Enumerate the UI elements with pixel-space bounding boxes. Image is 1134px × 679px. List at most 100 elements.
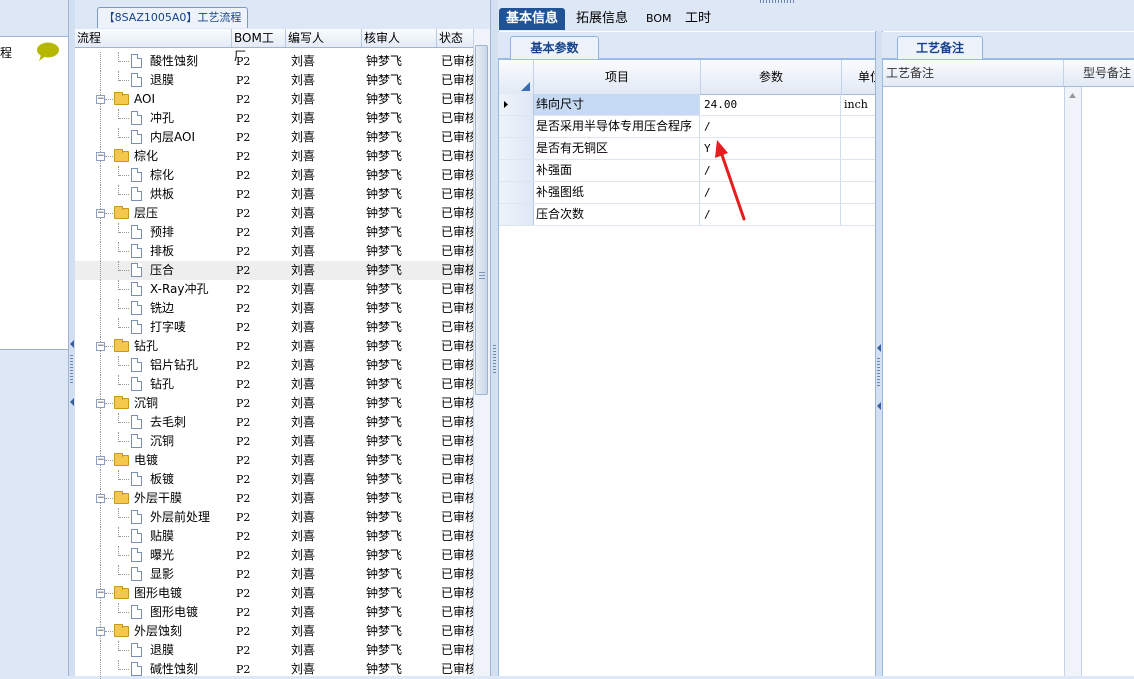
document-icon — [131, 548, 142, 562]
param-unit-cell — [842, 160, 875, 181]
bom-factory-cell: P2 — [236, 131, 251, 144]
tab-process-flow[interactable]: 【8SAZ1005A0】工艺流程 — [97, 7, 248, 28]
tree-step-row[interactable]: 退膜 P2 刘喜 钟梦飞 已审核 — [75, 71, 473, 90]
collapse-arrow-icon[interactable] — [877, 344, 881, 352]
param-row[interactable]: 压合次数 / — [499, 204, 875, 226]
col-header-bom[interactable]: BOM工厂 — [232, 29, 286, 63]
tab-basic-params[interactable]: 基本参数 — [510, 36, 599, 59]
tree-step-row[interactable]: 图形电镀 P2 刘喜 钟梦飞 已审核 — [75, 603, 473, 622]
row-indicator[interactable] — [499, 94, 534, 115]
collapse-toggle-icon[interactable]: − — [96, 95, 105, 104]
row-indicator[interactable] — [499, 204, 534, 225]
tree-connector — [100, 375, 102, 394]
tab-bom[interactable]: BOM — [639, 8, 679, 30]
author-cell: 刘喜 — [291, 472, 316, 486]
tree-step-row[interactable]: 排板 P2 刘喜 钟梦飞 已审核 — [75, 242, 473, 261]
author-cell: 刘喜 — [291, 377, 316, 391]
tree-group-row[interactable]: − 外层干膜 P2 刘喜 钟梦飞 已审核 — [75, 489, 473, 508]
tree-step-row[interactable]: 铣边 P2 刘喜 钟梦飞 已审核 — [75, 299, 473, 318]
notes-vertical-scrollbar[interactable] — [1064, 87, 1082, 676]
collapse-toggle-icon[interactable]: − — [96, 399, 105, 408]
tree-group-row[interactable]: − 棕化 P2 刘喜 钟梦飞 已审核 — [75, 147, 473, 166]
speech-bubble-icon[interactable] — [36, 42, 60, 61]
tab-basic-info[interactable]: 基本信息 — [499, 8, 566, 30]
tree-step-row[interactable]: 冲孔 P2 刘喜 钟梦飞 已审核 — [75, 109, 473, 128]
tree-step-row[interactable]: 预排 P2 刘喜 钟梦飞 已审核 — [75, 223, 473, 242]
row-indicator[interactable] — [499, 138, 534, 159]
tree-group-row[interactable]: − 电镀 P2 刘喜 钟梦飞 已审核 — [75, 451, 473, 470]
param-row[interactable]: 补强面 / — [499, 160, 875, 182]
tree-step-row[interactable]: 板镀 P2 刘喜 钟梦飞 已审核 — [75, 470, 473, 489]
tree-connector — [119, 308, 129, 310]
param-value-cell[interactable]: / — [701, 116, 841, 137]
tree-step-row[interactable]: 退膜 P2 刘喜 钟梦飞 已审核 — [75, 641, 473, 660]
collapse-toggle-icon[interactable]: − — [96, 456, 105, 465]
bom-factory-cell: P2 — [236, 454, 251, 467]
tree-step-row[interactable]: 烘板 P2 刘喜 钟梦飞 已审核 — [75, 185, 473, 204]
scroll-up-icon[interactable] — [1069, 93, 1076, 98]
grid-corner[interactable] — [499, 60, 534, 94]
tree-node-label: 预排 — [150, 225, 175, 239]
tree-step-row[interactable]: 沉铜 P2 刘喜 钟梦飞 已审核 — [75, 432, 473, 451]
col-header-process-notes[interactable]: 工艺备注 — [883, 60, 1064, 86]
tree-step-row[interactable]: 打字唛 P2 刘喜 钟梦飞 已审核 — [75, 318, 473, 337]
tree-step-row[interactable]: 钻孔 P2 刘喜 钟梦飞 已审核 — [75, 375, 473, 394]
tree-group-row[interactable]: − 外层蚀刻 P2 刘喜 钟梦飞 已审核 — [75, 622, 473, 641]
tree-connector — [100, 166, 102, 185]
collapse-toggle-icon[interactable]: − — [96, 494, 105, 503]
collapse-arrow-icon[interactable] — [877, 402, 881, 410]
tree-group-row[interactable]: − 层压 P2 刘喜 钟梦飞 已审核 — [75, 204, 473, 223]
tree-connector — [100, 508, 102, 527]
collapse-toggle-icon[interactable]: − — [96, 342, 105, 351]
document-icon — [131, 377, 142, 391]
collapse-left-arrow-icon[interactable] — [70, 340, 74, 348]
collapse-toggle-icon[interactable]: − — [96, 209, 105, 218]
param-row[interactable]: 是否采用半导体专用压合程序 / — [499, 116, 875, 138]
tree-connector — [100, 603, 102, 622]
tree-group-row[interactable]: − 沉铜 P2 刘喜 钟梦飞 已审核 — [75, 394, 473, 413]
tab-process-notes[interactable]: 工艺备注 — [897, 36, 983, 59]
collapse-toggle-icon[interactable]: − — [96, 627, 105, 636]
col-header-item[interactable]: 项目 — [534, 60, 701, 94]
tree-step-row[interactable]: 压合 P2 刘喜 钟梦飞 已审核 — [75, 261, 473, 280]
tree-group-row[interactable]: − 钻孔 P2 刘喜 钟梦飞 已审核 — [75, 337, 473, 356]
tree-step-row[interactable]: X-Ray冲孔 P2 刘喜 钟梦飞 已审核 — [75, 280, 473, 299]
col-header-model-notes[interactable]: 型号备注 — [1080, 60, 1134, 86]
col-header-status[interactable]: 状态 — [437, 29, 474, 47]
param-row[interactable]: 纬向尺寸 24.00 inch — [499, 94, 875, 116]
tree-step-row[interactable]: 内层AOI P2 刘喜 钟梦飞 已审核 — [75, 128, 473, 147]
collapse-toggle-icon[interactable]: − — [96, 152, 105, 161]
tree-step-row[interactable]: 曝光 P2 刘喜 钟梦飞 已审核 — [75, 546, 473, 565]
param-row[interactable]: 补强图纸 / — [499, 182, 875, 204]
tree-step-row[interactable]: 去毛刺 P2 刘喜 钟梦飞 已审核 — [75, 413, 473, 432]
tree-scrollbar-thumb[interactable] — [475, 45, 488, 395]
collapse-left-arrow-icon[interactable] — [70, 398, 74, 406]
tree-step-row[interactable]: 外层前处理 P2 刘喜 钟梦飞 已审核 — [75, 508, 473, 527]
row-indicator[interactable] — [499, 182, 534, 203]
tree-step-row[interactable]: 铝片钻孔 P2 刘喜 钟梦飞 已审核 — [75, 356, 473, 375]
tree-group-row[interactable]: − AOI P2 刘喜 钟梦飞 已审核 — [75, 90, 473, 109]
col-header-reviewer[interactable]: 核审人 — [362, 29, 437, 47]
tree-step-row[interactable]: 棕化 P2 刘喜 钟梦飞 已审核 — [75, 166, 473, 185]
row-indicator[interactable] — [499, 160, 534, 181]
tree-node-label: 外层干膜 — [134, 491, 183, 505]
col-header-process[interactable]: 流程 — [75, 29, 232, 47]
tab-extended-info[interactable]: 拓展信息 — [569, 8, 635, 30]
reviewer-cell: 钟梦飞 — [366, 529, 403, 543]
tree-step-row[interactable]: 贴膜 P2 刘喜 钟梦飞 已审核 — [75, 527, 473, 546]
tree-step-row[interactable]: 酸性蚀刻 P2 刘喜 钟梦飞 已审核 — [75, 52, 473, 71]
tree-step-row[interactable]: 碱性蚀刻 P2 刘喜 钟梦飞 已审核 — [75, 660, 473, 679]
tab-labor-hours[interactable]: 工时 — [678, 8, 718, 30]
param-value-cell[interactable]: 24.00 — [701, 94, 841, 115]
col-header-author[interactable]: 编写人 — [286, 29, 362, 47]
status-cell: 已审核 — [441, 263, 473, 277]
folder-icon — [114, 92, 129, 105]
author-cell: 刘喜 — [291, 510, 316, 524]
author-cell: 刘喜 — [291, 339, 316, 353]
tree-step-row[interactable]: 显影 P2 刘喜 钟梦飞 已审核 — [75, 565, 473, 584]
row-indicator[interactable] — [499, 116, 534, 137]
param-row[interactable]: 是否有无铜区 Y — [499, 138, 875, 160]
tree-group-row[interactable]: − 图形电镀 P2 刘喜 钟梦飞 已审核 — [75, 584, 473, 603]
col-header-param[interactable]: 参数 — [701, 60, 842, 94]
collapse-toggle-icon[interactable]: − — [96, 589, 105, 598]
